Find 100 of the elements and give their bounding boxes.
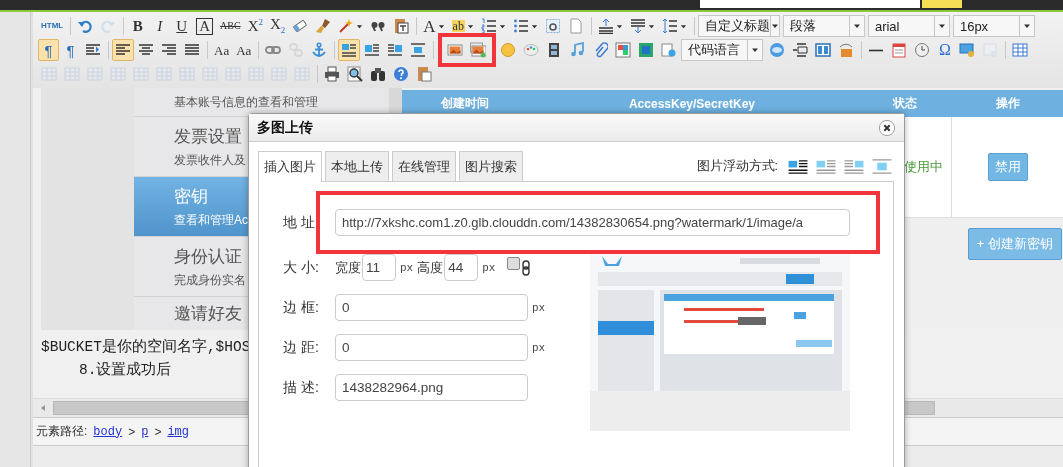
- globe-icon: [769, 42, 786, 58]
- frame-icon: [661, 42, 678, 58]
- height-field[interactable]: 44: [444, 254, 479, 281]
- uppercase-button[interactable]: Aa: [211, 39, 233, 61]
- chain-icon: [522, 259, 531, 276]
- unit-label: px: [532, 341, 546, 354]
- justify-icon: [184, 42, 200, 58]
- spacing-icon: [629, 18, 646, 34]
- image-layout-icon: [341, 42, 358, 58]
- table-icon: [202, 66, 218, 82]
- printer-icon: [324, 66, 340, 82]
- dialog-tab[interactable]: 本地上传: [325, 151, 389, 181]
- unit-label: px: [400, 261, 414, 274]
- input-field[interactable]: 1438282964.png: [335, 374, 528, 401]
- path-link[interactable]: img: [167, 424, 189, 439]
- field-label: 大 小:: [283, 258, 320, 277]
- unit-label: px: [532, 301, 546, 314]
- undo-icon: [77, 18, 94, 34]
- bullet-list-icon: [512, 18, 529, 34]
- brush-icon: [315, 18, 332, 34]
- heading-dropdown[interactable]: 自定义标题: [697, 15, 780, 37]
- map-icon: [638, 42, 655, 58]
- palette-icon: [523, 42, 540, 58]
- dialog-title: 多图上传: [257, 118, 314, 137]
- indent-icon: [85, 42, 101, 58]
- text-line: 8.设置成功后: [78, 360, 172, 380]
- dialog-tab[interactable]: 插入图片: [258, 151, 322, 182]
- bold-button[interactable]: B: [127, 15, 149, 37]
- template-icon: [815, 42, 832, 58]
- dialog-tab[interactable]: 图片搜索: [459, 151, 523, 181]
- url-field[interactable]: http://7xkshc.com1.z0.glb.clouddn.com/14382830654.png?watermark/1/image/a: [335, 209, 850, 236]
- image-default-button[interactable]: [338, 39, 361, 61]
- caret-icon: [498, 22, 506, 30]
- element-path-label: 元素路径:: [36, 423, 88, 440]
- left-arrow-icon[interactable]: [39, 404, 47, 412]
- field-label: 描 述:: [283, 378, 320, 397]
- page-icon: [567, 18, 584, 34]
- highlight-button[interactable]: ab: [448, 15, 477, 37]
- column-header: 状态: [891, 95, 918, 112]
- input-field[interactable]: 0: [335, 294, 528, 321]
- numbered-list-icon: [480, 18, 497, 34]
- table-icon: [41, 66, 57, 82]
- special-chars-button[interactable]: Ω: [934, 39, 956, 61]
- dialog-tab[interactable]: 在线管理: [392, 151, 456, 181]
- html-mode-button[interactable]: HTML: [38, 15, 67, 37]
- float-label: 图片浮动方式:: [696, 157, 778, 175]
- line-height-icon: [661, 18, 678, 34]
- table-icon: [294, 66, 310, 82]
- close-icon[interactable]: [878, 118, 896, 137]
- redo-icon: [100, 18, 117, 34]
- path-link[interactable]: p: [141, 424, 149, 439]
- caret-icon: [852, 22, 861, 30]
- magnifier-icon: [347, 66, 363, 82]
- circle-icon: [500, 42, 517, 58]
- lock-checkbox[interactable]: [507, 257, 521, 270]
- line-icon: [868, 48, 885, 52]
- table-icon: [87, 66, 103, 82]
- subscript-button[interactable]: X$_{2}$: [266, 15, 289, 37]
- code-language-dropdown[interactable]: 代码语言: [681, 39, 764, 61]
- lowercase-button[interactable]: Aa: [233, 39, 255, 61]
- align-left-button[interactable]: [112, 39, 134, 61]
- clock-icon: [914, 42, 931, 58]
- dashed-square-icon: [544, 18, 561, 34]
- paragraph-dropdown[interactable]: 段落: [782, 15, 865, 37]
- image-icon: [447, 42, 464, 58]
- image-layout-icon: [364, 42, 381, 58]
- caret-icon: [751, 46, 760, 54]
- column-header: 操作: [994, 95, 1021, 112]
- path-link[interactable]: body: [93, 424, 123, 439]
- ltr-button[interactable]: ¶: [38, 39, 59, 61]
- superscript-button[interactable]: X$^{2}$: [244, 15, 266, 37]
- strikethrough-button[interactable]: ABC: [217, 15, 244, 37]
- caret-icon: [615, 22, 623, 30]
- underline-button[interactable]: U: [171, 15, 193, 37]
- table-icon: [271, 66, 287, 82]
- caret-icon: [466, 22, 474, 30]
- image-icon: [838, 42, 855, 58]
- input-field[interactable]: 0: [335, 334, 528, 361]
- width-field[interactable]: 11: [362, 254, 396, 281]
- caret-icon: [679, 22, 687, 30]
- column-header: 创建时间: [439, 95, 490, 112]
- wand-icon: [338, 18, 355, 34]
- font-color-button[interactable]: A: [420, 15, 448, 37]
- spacing-icon: [597, 18, 614, 34]
- italic-button[interactable]: I: [149, 15, 171, 37]
- font-family-dropdown[interactable]: arial: [867, 15, 950, 37]
- table-icon: [1012, 42, 1029, 58]
- paperclip-icon: [592, 42, 609, 58]
- clipboard-icon: [416, 66, 432, 82]
- caret-icon: [770, 22, 779, 30]
- rtl-button[interactable]: ¶: [60, 39, 81, 61]
- table-icon: [64, 66, 80, 82]
- monitor-icon: [959, 42, 976, 58]
- caret-icon: [937, 22, 946, 30]
- table-icon: [133, 66, 149, 82]
- font-size-dropdown[interactable]: 16px: [952, 15, 1035, 37]
- images-icon: [470, 42, 487, 58]
- caret-icon: [530, 22, 538, 30]
- table-icon: [156, 66, 172, 82]
- height-label: 高度: [417, 258, 444, 277]
